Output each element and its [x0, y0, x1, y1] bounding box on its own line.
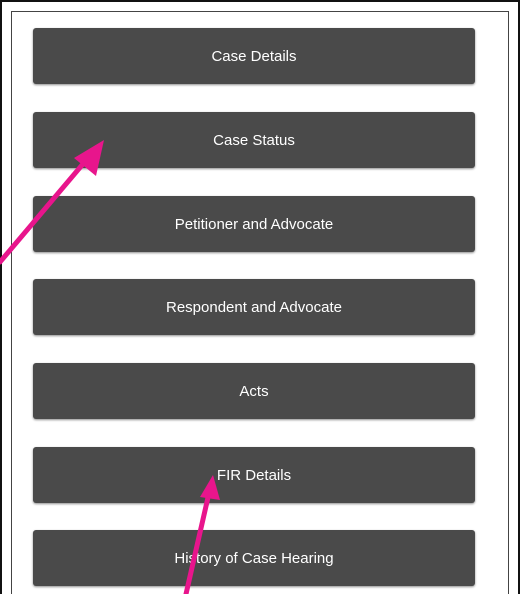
petitioner-and-advocate-label: Petitioner and Advocate: [174, 215, 334, 233]
respondent-and-advocate-button[interactable]: Respondent and Advocate: [33, 279, 475, 335]
acts-button[interactable]: Acts: [33, 363, 475, 419]
respondent-and-advocate-label: Respondent and Advocate: [166, 298, 342, 316]
case-details-label: Case Details: [211, 47, 297, 65]
fir-details-label: FIR Details: [216, 466, 292, 484]
fir-details-button[interactable]: FIR Details: [33, 447, 475, 503]
case-details-button[interactable]: Case Details: [33, 28, 475, 84]
petitioner-and-advocate-button[interactable]: Petitioner and Advocate: [33, 196, 475, 252]
case-status-button[interactable]: Case Status: [33, 112, 475, 168]
history-of-case-hearing-button[interactable]: History of Case Hearing: [33, 530, 475, 586]
acts-label: Acts: [239, 382, 269, 400]
case-status-label: Case Status: [213, 131, 295, 149]
history-of-case-hearing-label: History of Case Hearing: [174, 549, 334, 567]
